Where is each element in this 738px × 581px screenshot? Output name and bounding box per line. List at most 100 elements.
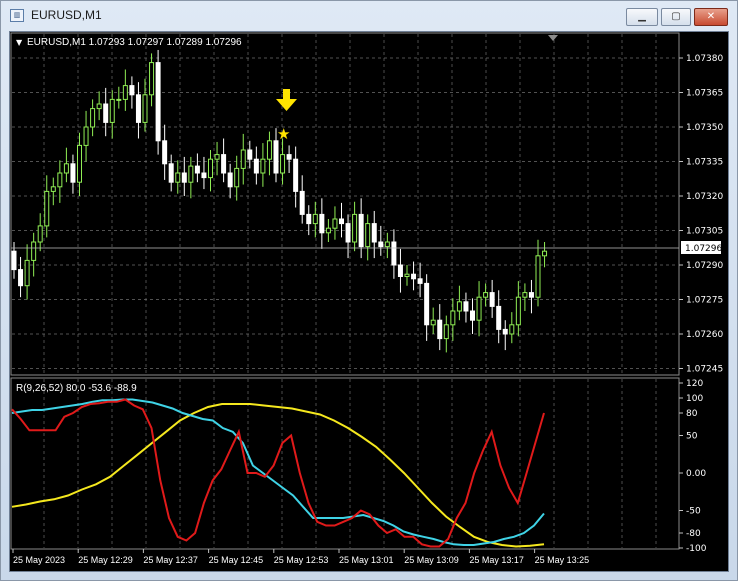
candle-body: [135, 94, 141, 123]
time-label: 25 May 12:29: [78, 555, 133, 565]
maximize-icon: ▢: [671, 11, 681, 22]
time-label: 25 May 12:37: [143, 555, 198, 565]
title-bar[interactable]: ▥ EURUSD,M1 ▁ ▢ ✕: [1, 1, 737, 31]
current-price-label: 1.07296: [685, 244, 722, 254]
candle-body: [96, 103, 102, 110]
candle-body: [194, 165, 200, 174]
candle-body: [181, 172, 187, 183]
price-pane-frame: [10, 32, 680, 376]
candle-body: [371, 223, 377, 243]
price-tick-label: 1.07350: [686, 123, 723, 133]
candle-body: [83, 126, 89, 146]
time-label: 25 May 13:09: [404, 555, 459, 565]
candle-body: [515, 296, 521, 326]
price-tick-label: 1.07365: [686, 89, 723, 99]
close-button[interactable]: ✕: [694, 8, 728, 26]
price-tick-label: 1.07245: [686, 365, 723, 375]
candle-body: [411, 273, 417, 280]
candle-body: [214, 154, 220, 160]
minimize-button[interactable]: ▁: [626, 8, 658, 26]
price-tick-label: 1.07335: [686, 158, 723, 168]
chart-header: EURUSD,M1 1.07293 1.07297 1.07289 1.0729…: [27, 37, 242, 48]
candle-body: [234, 167, 240, 188]
candle-body: [437, 319, 443, 340]
chart-area[interactable]: ▼ EURUSD,M1 1.07293 1.07297 1.07289 1.07…: [9, 31, 729, 572]
candle-body: [299, 190, 305, 215]
candle-body: [489, 292, 495, 307]
time-label: 25 May 13:01: [339, 555, 394, 565]
minimize-icon: ▁: [638, 11, 646, 22]
cyan-line: [11, 398, 545, 546]
candle-body: [306, 213, 312, 225]
candle-body: [44, 190, 50, 227]
price-tick-label: 1.07305: [686, 227, 723, 237]
chart-menu-icon[interactable]: ▼: [16, 38, 23, 47]
indicator-tick-label: 50: [686, 432, 698, 442]
time-axis: 25 May 2023 25 May 12:29 25 May 12:37 25 Ma…: [12, 549, 590, 565]
candle-body: [103, 103, 109, 123]
candle-body: [155, 62, 161, 142]
candle-body: [63, 163, 69, 174]
candle-body: [260, 158, 266, 174]
close-icon: ✕: [706, 11, 716, 22]
candle-body: [345, 223, 351, 243]
star-marker-icon: ★: [277, 125, 290, 143]
time-label: 25 May 12:45: [209, 555, 264, 565]
candle-body: [201, 172, 207, 179]
chart-canvas[interactable]: ▼ EURUSD,M1 1.07293 1.07297 1.07289 1.07…: [10, 32, 728, 571]
indicator-pane-frame: [10, 377, 680, 550]
indicator-tick-label: 120: [686, 379, 703, 389]
price-tick-label: 1.07320: [686, 192, 723, 202]
candle-body: [253, 158, 259, 174]
candle-body: [365, 223, 371, 248]
candle-body: [502, 328, 508, 335]
indicator-tick-label: 80: [686, 409, 698, 419]
candle-body: [168, 163, 174, 183]
candle-body: [57, 172, 63, 188]
indicator-tick-label: -100: [686, 544, 707, 554]
red-line: [11, 398, 545, 548]
candle-body: [149, 62, 155, 96]
candle-body: [528, 292, 534, 298]
price-tick-label: 1.07260: [686, 330, 723, 340]
candle-body: [378, 241, 384, 248]
candle-body: [293, 158, 299, 192]
candle-body: [116, 98, 122, 101]
candle-body: [424, 282, 430, 326]
candle-body: [175, 172, 181, 183]
price-axis: 1.07380 1.07365 1.07350 1.07335 1.07320 1.073…: [679, 54, 723, 375]
candle-body: [319, 213, 325, 234]
maximize-button[interactable]: ▢: [661, 8, 691, 26]
candle-body: [509, 324, 515, 335]
indicator-tick-label: -80: [686, 529, 701, 539]
candle-body: [280, 154, 286, 174]
chart-window: ▥ EURUSD,M1 ▁ ▢ ✕ ▼ EURUSD,M1 1.07293 1.…: [0, 0, 738, 581]
candle-body: [522, 292, 528, 298]
candle-body: [122, 85, 128, 100]
candle-body: [417, 278, 423, 284]
candle-body: [37, 225, 43, 243]
candle-body: [535, 255, 541, 298]
candle-body: [384, 241, 390, 248]
candle-body: [450, 310, 456, 326]
candle-body: [221, 154, 227, 174]
candle-body: [162, 140, 168, 165]
candle-body: [443, 324, 449, 340]
candles: [11, 49, 548, 353]
candle-body: [18, 269, 24, 287]
price-tick-label: 1.07380: [686, 54, 723, 64]
candle-body: [24, 259, 30, 287]
candle-body: [483, 292, 489, 298]
candle-body: [240, 149, 246, 169]
candle-body: [456, 301, 462, 312]
price-tick-label: 1.07290: [686, 261, 723, 271]
chart-shift-marker[interactable]: [548, 35, 558, 41]
indicator-tick-label: 100: [686, 394, 703, 404]
price-tick-label: 1.07275: [686, 296, 723, 306]
candle-body: [11, 250, 17, 271]
candle-body: [404, 273, 410, 277]
time-label: 25 May 13:25: [535, 555, 590, 565]
candle-body: [273, 140, 279, 174]
indicator-lines: [11, 398, 545, 548]
candle-body: [430, 319, 436, 326]
